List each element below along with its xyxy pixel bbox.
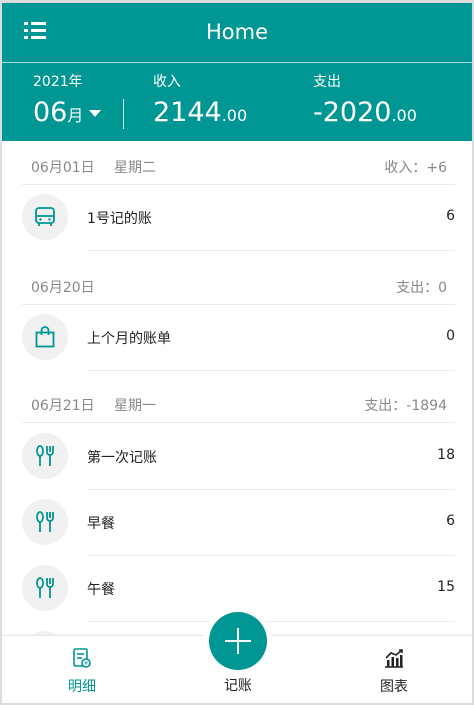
divider: [87, 370, 455, 371]
entry-name: 上个月的账单: [87, 331, 171, 347]
income-amount: 2144.00: [153, 97, 247, 128]
entry-value: 15: [437, 579, 455, 595]
dining-icon: [22, 499, 68, 545]
month-summary: 2021年 06月 收入 2144.00 支出 -2020.00: [2, 62, 472, 141]
add-record-label: 记账: [224, 678, 252, 694]
entry-name: 午餐: [87, 582, 115, 598]
year-label: 2021年: [33, 74, 83, 90]
day-date: 06月21日: [31, 398, 95, 414]
list-item[interactable]: 第一次记账 18: [2, 424, 472, 490]
list-item[interactable]: 早餐 6: [2, 490, 472, 556]
income-main: 2144: [153, 97, 222, 128]
list-item[interactable]: 上个月的账单 0: [2, 305, 472, 371]
shopping-bag-icon: [22, 314, 68, 360]
day-header: 06月20日 支出：0: [22, 261, 455, 305]
day-weekday: 星期二: [114, 160, 156, 176]
dining-icon: [22, 565, 68, 611]
day-date: 06月20日: [31, 280, 95, 296]
top-bar: Home: [2, 0, 472, 62]
bill-detail-icon: ¥: [73, 648, 91, 668]
day-total: 收入：+6: [384, 160, 447, 176]
bus-icon: [22, 194, 68, 240]
entry-value: 0: [446, 328, 455, 344]
day-weekday: 星期一: [114, 398, 156, 414]
entry-name: 1号记的账: [87, 211, 152, 227]
expense-amount: -2020.00: [313, 97, 417, 128]
add-record-button[interactable]: [209, 612, 267, 670]
month-selector[interactable]: 06月: [33, 97, 102, 128]
divider: [87, 250, 455, 251]
dining-icon: [22, 433, 68, 479]
caret-down-icon: [89, 110, 102, 117]
entry-value: 6: [446, 513, 455, 529]
entry-value: 6: [446, 208, 455, 224]
entry-name: 第一次记账: [87, 450, 157, 466]
transaction-list[interactable]: 06月01日 星期二 收入：+6 1号记的账 6 06月20日 支出：0 上个月…: [2, 141, 472, 635]
tab-detail-label: 明细: [68, 679, 96, 695]
month-unit: 月: [67, 106, 84, 125]
entry-value: 18: [437, 447, 455, 463]
page-title: Home: [205, 20, 268, 44]
income-label: 收入: [153, 74, 181, 90]
day-total: 支出：0: [396, 280, 447, 296]
entry-name: 早餐: [87, 516, 115, 532]
tab-chart[interactable]: 图表: [334, 636, 454, 703]
expense-cents: .00: [391, 106, 417, 125]
expense-main: -2020: [313, 97, 392, 128]
tab-detail[interactable]: ¥ 明细: [22, 636, 142, 703]
day-header: 06月21日 星期一 支出：-1894: [22, 379, 455, 423]
day-header: 06月01日 星期二 收入：+6: [22, 141, 455, 185]
tab-chart-label: 图表: [380, 679, 408, 695]
income-cents: .00: [221, 106, 248, 125]
svg-text:¥: ¥: [84, 660, 88, 667]
month-value: 06: [33, 97, 68, 128]
day-date: 06月01日: [31, 160, 95, 176]
app-window: Home 2021年 06月 收入 2144.00 支出 -2020.00 06…: [0, 0, 474, 705]
chart-icon: [385, 649, 403, 668]
list-item[interactable]: 1号记的账 6: [2, 185, 472, 251]
expense-label: 支出: [313, 74, 341, 90]
summary-divider: [123, 99, 124, 129]
day-total: 支出：-1894: [364, 398, 447, 414]
